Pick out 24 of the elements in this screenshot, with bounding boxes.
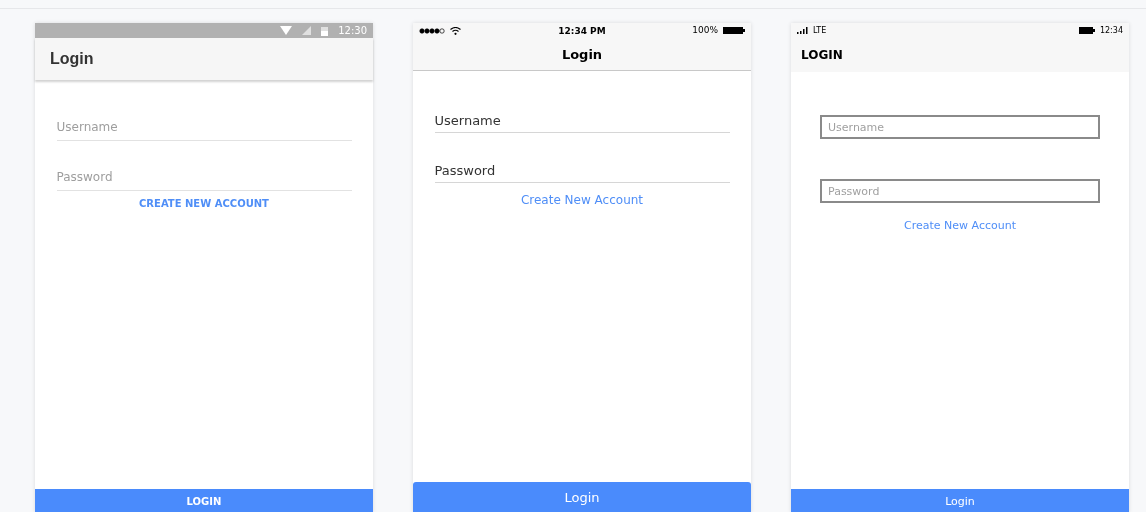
status-time: 12:34 — [1099, 26, 1123, 35]
screen-title: Login — [561, 46, 603, 62]
battery-icon — [1078, 27, 1095, 34]
signal-icon — [797, 27, 808, 34]
signal-icon — [302, 26, 312, 35]
input-field[interactable]: Password — [820, 179, 1100, 203]
wifi-icon — [450, 26, 461, 35]
wifi-icon — [280, 26, 293, 35]
login-button[interactable]: LOGIN — [35, 489, 373, 512]
signal-icon — [419, 27, 445, 34]
network-label: LTE — [813, 26, 827, 35]
battery-icon — [723, 27, 745, 34]
create-account-link[interactable]: Create New Account — [904, 219, 1016, 232]
create-account-link[interactable]: CREATE NEW ACCOUNT — [139, 198, 269, 209]
battery-icon — [321, 25, 329, 36]
screen-title: LOGIN — [801, 48, 843, 62]
screen-title: Login — [50, 50, 94, 68]
status-time: 12:30 — [338, 25, 367, 36]
login-button[interactable]: Login — [791, 489, 1129, 512]
login-button[interactable]: Login — [413, 482, 751, 512]
create-account-link[interactable]: Create New Account — [520, 193, 644, 207]
status-time: 12:34 PM — [558, 25, 606, 36]
battery-percent: 100% — [692, 26, 718, 35]
input-field[interactable]: Username — [820, 115, 1100, 139]
